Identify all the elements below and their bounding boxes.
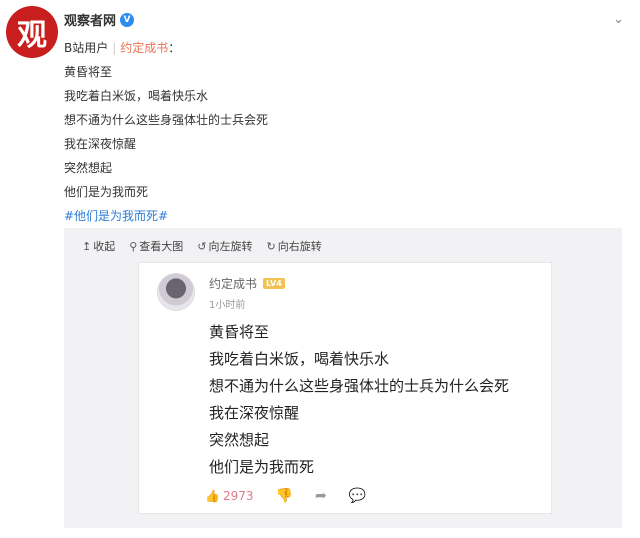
comment-time: 1小时前 (209, 300, 246, 311)
media-panel: ↥ 收起 ⚲ 查看大图 ↺ 向左旋转 ↻ 向右旋转 约定成书 LV4 1小时前 … (64, 228, 622, 528)
comment-screenshot-image[interactable]: 约定成书 LV4 1小时前 黄昏将至 我吃着白米饭，喝着快乐水 想不通为什么这些… (138, 262, 552, 514)
verified-icon: V (120, 12, 135, 27)
comment-line: 黄昏将至 (209, 323, 270, 341)
collapse-label: 收起 (93, 240, 116, 253)
thumbs-down-icon: 👎 (275, 488, 293, 504)
comment-line: 想不通为什么这些身强体壮的士兵为什么会死 (209, 377, 510, 395)
chevron-down-icon[interactable]: ⌄ (613, 12, 624, 27)
comment-line: 我在深夜惊醒 (209, 404, 300, 422)
comment-text: 黄昏将至 我吃着白米饭，喝着快乐水 想不通为什么这些身强体壮的士兵为什么会死 我… (209, 319, 509, 481)
post-line: 我在深夜惊醒 (64, 137, 137, 151)
account-name[interactable]: 观察者网 (64, 10, 116, 29)
rotate-right-button[interactable]: ↻ 向右旋转 (267, 238, 322, 254)
post-source: B站用户 | 约定成书： (64, 36, 268, 60)
rotate-left-icon: ↺ (197, 239, 207, 253)
view-large-button[interactable]: ⚲ 查看大图 (129, 238, 183, 254)
post-content: B站用户 | 约定成书： 黄昏将至 我吃着白米饭，喝着快乐水 想不通为什么这些身强体… (64, 36, 268, 228)
rotate-left-label: 向左旋转 (208, 240, 253, 253)
comment-line: 突然想起 (209, 431, 270, 449)
like-indicator: 👍 2973 (205, 489, 254, 503)
commenter-name: 约定成书 (209, 277, 258, 291)
account-name-row: 观察者网 V (64, 10, 135, 29)
post-line: 他们是为我而死 (64, 185, 149, 199)
post-line: 黄昏将至 (64, 65, 113, 79)
comment-line: 我吃着白米饭，喝着快乐水 (209, 350, 390, 368)
commenter-name-row: 约定成书 LV4 (209, 275, 285, 292)
source-separator: | (112, 41, 117, 55)
source-author-link[interactable]: 约定成书 (120, 41, 168, 55)
post-line: 突然想起 (64, 161, 113, 175)
view-large-label: 查看大图 (139, 240, 184, 253)
comment-actions: 👍 2973 👎 ➦ 💬 (205, 488, 366, 504)
arrow-up-icon: ↥ (82, 239, 92, 253)
media-toolbar: ↥ 收起 ⚲ 查看大图 ↺ 向左旋转 ↻ 向右旋转 (82, 236, 322, 256)
comment-line: 他们是为我而死 (209, 458, 315, 476)
rotate-left-button[interactable]: ↺ 向左旋转 (197, 238, 252, 254)
level-badge: LV4 (263, 278, 285, 289)
rotate-right-label: 向右旋转 (277, 240, 322, 253)
share-icon: ➦ (314, 488, 327, 504)
rotate-right-icon: ↻ (266, 239, 276, 253)
magnifier-icon: ⚲ (129, 239, 138, 253)
post-line: 想不通为什么这些身强体壮的士兵会死 (64, 113, 269, 127)
account-avatar[interactable]: 观 (6, 6, 58, 58)
source-suffix: ： (168, 41, 181, 55)
collapse-button[interactable]: ↥ 收起 (82, 238, 115, 254)
post-line: 我吃着白米饭，喝着快乐水 (64, 89, 209, 103)
avatar-glyph: 观 (17, 18, 47, 53)
source-prefix: B站用户 (64, 41, 109, 55)
like-count: 2973 (222, 489, 254, 503)
hashtag-link[interactable]: #他们是为我而死# (64, 204, 268, 228)
comment-icon: 💬 (348, 488, 367, 504)
thumbs-up-icon: 👍 (205, 489, 220, 503)
commenter-avatar (157, 273, 195, 311)
